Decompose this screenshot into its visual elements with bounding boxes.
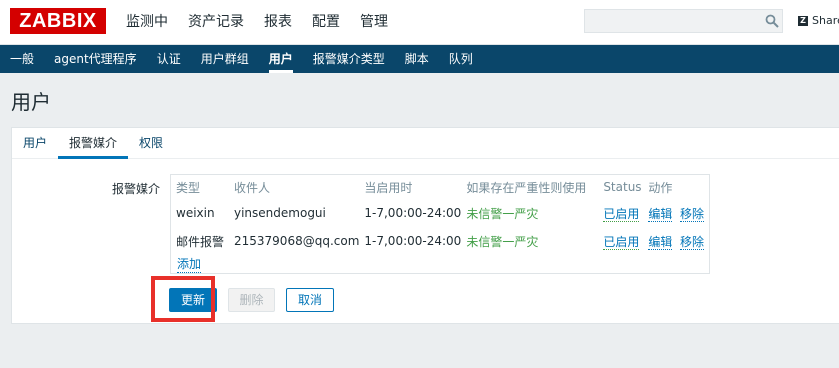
col-recipient: 收件人 xyxy=(234,180,271,195)
sub-menu-general[interactable]: 一般 xyxy=(0,45,44,73)
col-actions: 动作 xyxy=(648,180,673,195)
sub-menu-media-types[interactable]: 报警媒介类型 xyxy=(303,45,395,73)
highlight-box xyxy=(151,276,215,322)
col-status: Status xyxy=(603,180,642,194)
search-input[interactable] xyxy=(584,9,783,33)
col-type: 类型 xyxy=(176,180,201,195)
edit-link[interactable]: 编辑 xyxy=(648,234,673,250)
media-type-cell: weixin xyxy=(176,206,215,220)
remove-link[interactable]: 移除 xyxy=(679,206,704,222)
sub-menu-user-groups[interactable]: 用户群组 xyxy=(191,45,259,73)
media-field-label: 报警媒介 xyxy=(112,182,161,196)
status-toggle[interactable]: 已启用 xyxy=(603,234,640,250)
status-toggle[interactable]: 已启用 xyxy=(603,206,640,222)
sub-menu-proxies[interactable]: agent代理程序 xyxy=(44,45,147,73)
search-icon[interactable] xyxy=(765,14,779,28)
table-row: weixin yinsendemogui 1-7,00:00-24:00 未信警… xyxy=(171,199,709,227)
when-active-cell: 1-7,00:00-24:00 xyxy=(364,206,462,220)
sub-menu-queue[interactable]: 队列 xyxy=(439,45,483,73)
recipient-cell: 215379068@qq.com xyxy=(234,234,360,248)
cancel-button[interactable]: 取消 xyxy=(286,288,334,312)
severity-cell: 未信警一严灾 xyxy=(466,234,539,249)
main-menu-administration[interactable]: 管理 xyxy=(350,0,398,44)
remove-link[interactable]: 移除 xyxy=(679,234,704,250)
main-menu-configuration[interactable]: 配置 xyxy=(302,0,350,44)
col-severity: 如果存在严重性则使用 xyxy=(466,180,587,195)
sub-menu: 一般 agent代理程序 认证 用户群组 用户 报警媒介类型 脚本 队列 xyxy=(0,45,839,73)
share-link[interactable]: Z Share xyxy=(798,14,839,27)
zabbix-share-icon: Z xyxy=(798,15,808,26)
edit-link[interactable]: 编辑 xyxy=(648,206,673,222)
sub-menu-users[interactable]: 用户 xyxy=(259,45,303,73)
page-title: 用户 xyxy=(11,90,51,114)
zabbix-logo[interactable]: ZABBIX xyxy=(10,8,106,34)
when-active-cell: 1-7,00:00-24:00 xyxy=(364,234,462,248)
sub-menu-authentication[interactable]: 认证 xyxy=(147,45,191,73)
share-label: Share xyxy=(812,14,839,27)
tab-bar: 用户 报警媒介 权限 xyxy=(12,128,839,159)
main-menu: 监测中 资产记录 报表 配置 管理 xyxy=(116,0,398,44)
tab-permissions[interactable]: 权限 xyxy=(128,128,174,158)
main-menu-monitoring[interactable]: 监测中 xyxy=(116,0,178,44)
top-bar: ZABBIX 监测中 资产记录 报表 配置 管理 Z Share xyxy=(0,0,839,45)
severity-cell: 未信警一严灾 xyxy=(466,206,539,221)
add-media-link[interactable]: 添加 xyxy=(177,255,202,273)
table-header-row: 类型 收件人 当启用时 如果存在严重性则使用 Status 动作 xyxy=(171,175,709,199)
tab-user[interactable]: 用户 xyxy=(12,128,58,158)
table-row: 邮件报警 215379068@qq.com 1-7,00:00-24:00 未信… xyxy=(171,227,709,255)
col-when-active: 当启用时 xyxy=(364,180,413,195)
media-table: 类型 收件人 当启用时 如果存在严重性则使用 Status 动作 weixin … xyxy=(170,174,710,274)
media-type-cell: 邮件报警 xyxy=(176,234,225,249)
tab-media[interactable]: 报警媒介 xyxy=(58,128,129,159)
main-menu-inventory[interactable]: 资产记录 xyxy=(178,0,254,44)
recipient-cell: yinsendemogui xyxy=(234,206,326,220)
main-menu-reports[interactable]: 报表 xyxy=(254,0,302,44)
user-form: 用户 报警媒介 权限 报警媒介 类型 收件人 当启用时 如果存在严重性则使用 S… xyxy=(11,127,839,324)
sub-menu-scripts[interactable]: 脚本 xyxy=(395,45,439,73)
delete-button[interactable]: 删除 xyxy=(228,288,275,312)
